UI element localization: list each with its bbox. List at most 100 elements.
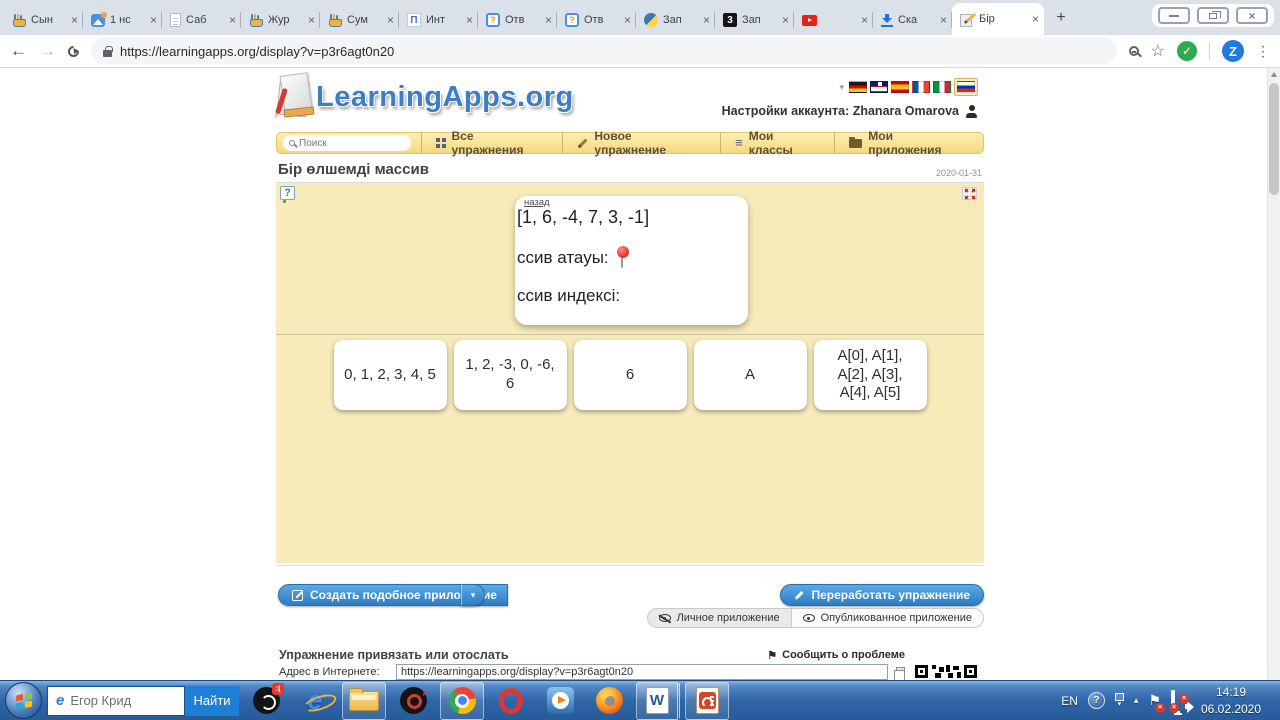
profile-avatar[interactable]: Z (1222, 40, 1244, 62)
flag-it-icon[interactable] (933, 81, 951, 93)
tab-close-icon[interactable]: × (703, 14, 710, 26)
bookmark-star-icon[interactable]: ☆ (1151, 41, 1165, 61)
answer-card[interactable]: 1, 2, -3, 0, -6, 6 (453, 340, 567, 410)
powerpoint-taskbar-button[interactable] (685, 681, 729, 720)
flag-de-icon[interactable] (849, 81, 867, 93)
tab-10[interactable]: 3 Зап × (715, 5, 794, 35)
media-player-taskbar-icon[interactable] (538, 682, 582, 720)
tab-close-icon[interactable]: × (940, 14, 947, 26)
restore-button[interactable] (1197, 7, 1229, 24)
account-settings[interactable]: Настройки аккаунта: Zhanara Omarova (722, 104, 978, 118)
nav-new-exercise[interactable]: Новое упражнение (562, 129, 720, 157)
tab-close-icon[interactable]: × (624, 14, 631, 26)
report-problem-link[interactable]: ⚑ Сообщить о проблеме (767, 649, 905, 662)
flag-ru-selected[interactable] (954, 78, 978, 96)
tab-3[interactable]: Саб × (162, 5, 241, 35)
start-button[interactable] (5, 682, 42, 719)
explorer-taskbar-button[interactable] (342, 681, 386, 720)
minimize-button[interactable] (1158, 7, 1190, 24)
tab-close-icon[interactable]: × (861, 14, 868, 26)
private-app-toggle[interactable]: Личное приложение (646, 608, 792, 628)
tab-6[interactable]: П Инт × (399, 5, 478, 35)
new-tab-button[interactable]: + (1048, 5, 1074, 31)
back-button[interactable]: ← (10, 41, 27, 61)
tab-close-icon[interactable]: × (308, 14, 315, 26)
tab-close-icon[interactable]: × (782, 14, 789, 26)
tab-close-icon[interactable]: × (71, 14, 78, 26)
search-input[interactable] (299, 137, 405, 149)
lock-icon[interactable] (103, 45, 113, 57)
site-search[interactable] (283, 135, 411, 151)
tab-8[interactable]: ? Отв × (557, 5, 636, 35)
menu-dots-icon[interactable]: ⋮ (1256, 43, 1270, 60)
clock[interactable]: 14:19 06.02.2020 (1195, 684, 1267, 716)
tab-close-icon[interactable]: × (387, 14, 394, 26)
create-similar-dropdown[interactable]: ▾ (461, 584, 485, 606)
help-tray-icon[interactable]: ? (1087, 692, 1105, 709)
word-taskbar-button[interactable]: W (636, 681, 680, 720)
answer-card[interactable]: A (693, 340, 807, 410)
tab-close-icon[interactable]: × (1032, 13, 1039, 25)
nav-all-exercises[interactable]: Все упражнения (420, 129, 563, 157)
systemcare-taskbar-icon[interactable]: :( (244, 682, 288, 720)
tab-close-icon[interactable]: × (150, 14, 157, 26)
flag-gb-icon[interactable] (870, 81, 888, 93)
nav-my-classes[interactable]: ≡ Мои классы (720, 129, 834, 157)
tab-11[interactable]: × (794, 5, 873, 35)
word-icon: W (645, 687, 669, 714)
chevron-down-icon[interactable]: ▾ (839, 82, 844, 93)
firefox-taskbar-icon[interactable] (587, 682, 631, 720)
tab-close-icon[interactable]: × (229, 14, 236, 26)
site-logo[interactable]: LearningApps.org (316, 81, 574, 114)
extension-check-icon[interactable]: ✓ (1177, 41, 1197, 61)
taskbar-search-button[interactable]: Найти (185, 685, 239, 716)
tab-5[interactable]: Сум × (320, 5, 399, 35)
tab-4[interactable]: Жур × (241, 5, 320, 35)
help-icon[interactable]: ? (280, 186, 295, 203)
flag-fr-icon[interactable] (912, 81, 930, 93)
url-text[interactable]: https://learningapps.org/display?v=p3r6a… (120, 44, 394, 59)
network-icon[interactable]: × (1169, 689, 1179, 713)
rework-button[interactable]: Переработать упражнение (780, 584, 984, 606)
tab-12[interactable]: Ска × (873, 5, 952, 35)
browser-chrome: Сын × 1 нс × Саб × Жур × Сум × П Инт × ? Отв × ? О… (0, 0, 1280, 68)
language-switcher: ▾ (839, 78, 978, 96)
zoom-out-icon[interactable] (1128, 46, 1139, 56)
answer-card[interactable]: A[0], A[1], A[2], A[3], A[4], A[5] (813, 340, 927, 410)
tab-2[interactable]: 1 нс × (83, 5, 162, 35)
close-button[interactable]: × (1236, 7, 1268, 24)
opera-taskbar-icon[interactable] (489, 682, 533, 720)
scrollbar-thumb[interactable] (1269, 83, 1279, 195)
scrollbar-up-arrow[interactable] (1268, 68, 1280, 81)
desktop-tray-icon[interactable]: ▾ (1114, 693, 1124, 708)
uninstaller-taskbar-icon[interactable] (391, 682, 435, 720)
scrollbar[interactable] (1267, 68, 1280, 680)
language-indicator[interactable]: EN (1061, 694, 1078, 708)
published-app-toggle[interactable]: Опубликованное приложение (791, 608, 984, 628)
tab-7[interactable]: ? Отв × (478, 5, 557, 35)
flag-es-icon[interactable] (891, 81, 909, 93)
tab-1[interactable]: Сын × (4, 5, 83, 35)
answer-card[interactable]: 0, 1, 2, 3, 4, 5 (333, 340, 447, 410)
copy-icon[interactable] (894, 666, 905, 683)
pin-icon[interactable] (616, 246, 630, 270)
fullscreen-icon[interactable] (962, 187, 977, 200)
nav-my-apps[interactable]: Мои приложения (834, 129, 983, 157)
action-center-icon[interactable]: ⚑ × (1148, 692, 1165, 713)
show-hidden-icons[interactable]: ▴ (1134, 695, 1139, 706)
tab-active[interactable]: Бір × (952, 3, 1044, 35)
learningapps-logo-icon[interactable] (275, 72, 318, 128)
tab-title: Инт (426, 14, 446, 26)
tab-close-icon[interactable]: × (466, 14, 473, 26)
weblink-input[interactable] (396, 664, 888, 680)
url-field[interactable]: https://learningapps.org/display?v=p3r6a… (91, 38, 1117, 64)
taskbar-search-field[interactable]: e Егор Крид (47, 685, 185, 716)
internet-explorer-taskbar-icon[interactable]: e (293, 682, 337, 720)
forward-button[interactable]: → (39, 41, 56, 61)
chrome-taskbar-button[interactable] (440, 681, 484, 720)
reload-button[interactable] (65, 43, 82, 59)
answer-card[interactable]: 6 (573, 340, 687, 410)
tab-9[interactable]: Зап × (636, 5, 715, 35)
tab-close-icon[interactable]: × (545, 14, 552, 26)
taskbar-search-text[interactable]: Егор Крид (70, 693, 131, 708)
